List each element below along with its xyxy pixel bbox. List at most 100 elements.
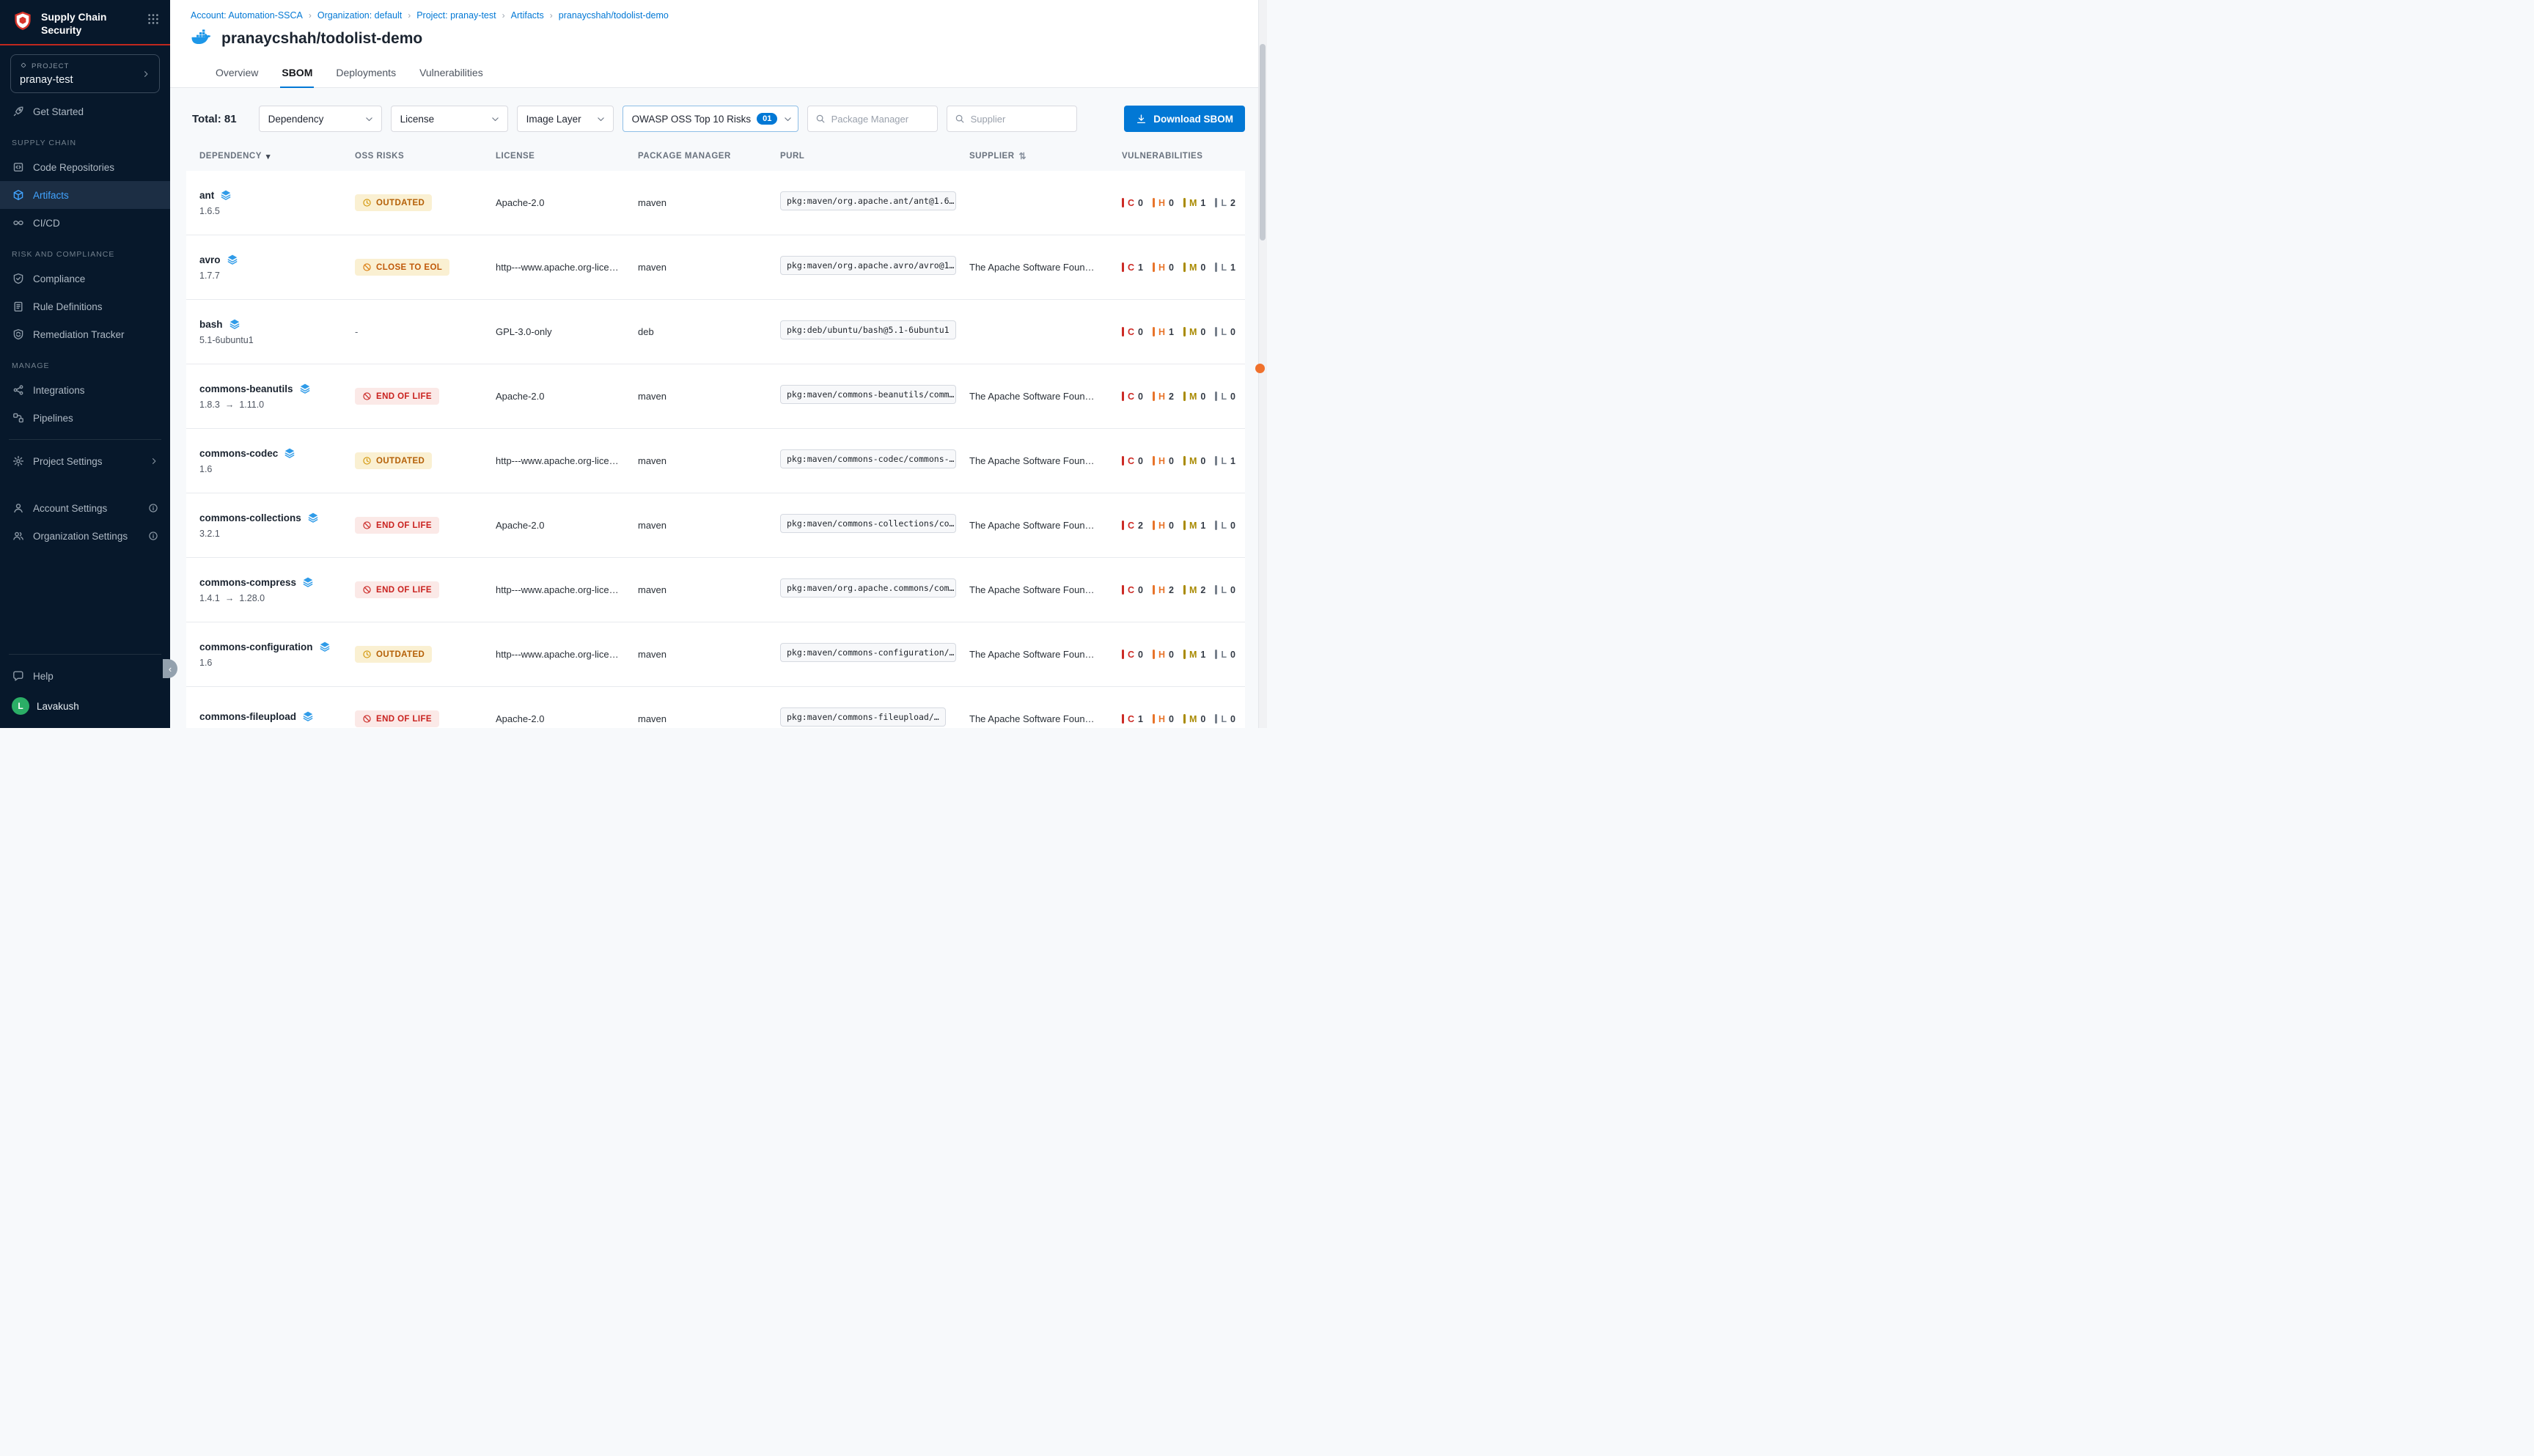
severity-H: H 0 [1153, 198, 1174, 208]
user-menu[interactable]: L Lavakush [0, 690, 170, 728]
column-header-purl[interactable]: PURL [780, 152, 961, 161]
column-header-oss-risks[interactable]: OSS RISKS [355, 152, 487, 161]
notification-dot[interactable] [1255, 364, 1265, 373]
oss-risk-badge: OUTDATED [355, 194, 432, 211]
sidebar-item-artifacts[interactable]: Artifacts [0, 181, 170, 209]
help-button[interactable]: Help [0, 662, 170, 690]
tab-sbom[interactable]: SBOM [280, 59, 314, 88]
severity-C: C 2 [1122, 521, 1143, 531]
dependency-name[interactable]: avro [199, 254, 346, 265]
breadcrumb-separator: › [550, 10, 553, 21]
purl-value[interactable]: pkg:maven/org.apache.ant/ant@1.6… [780, 191, 956, 210]
tab-vulnerabilities[interactable]: Vulnerabilities [418, 59, 485, 88]
breadcrumb-item[interactable]: Project: pranay-test [416, 10, 496, 21]
package-manager-search-input[interactable] [831, 114, 930, 125]
dependency-name[interactable]: commons-collections [199, 512, 346, 523]
filter-image-layer[interactable]: Image Layer [517, 106, 614, 132]
purl-value[interactable]: pkg:maven/commons-configuration/… [780, 643, 956, 662]
breadcrumb: Account: Automation-SSCA › Organization: d… [191, 10, 1246, 21]
dependency-name[interactable]: commons-compress [199, 576, 346, 588]
supplier-search [947, 106, 1077, 132]
column-header-vulnerabilities[interactable]: VULNERABILITIES [1122, 152, 1245, 161]
sort-desc-icon: ▾ [266, 152, 271, 161]
dependency-version: 1.8.3 → 1.11.0 [199, 400, 346, 410]
sidebar-item-rule-definitions[interactable]: Rule Definitions [0, 293, 170, 320]
table-row[interactable]: commons-collections 3.2.1 END OF LIFE Ap… [186, 493, 1245, 558]
sidebar-item-compliance[interactable]: Compliance [0, 265, 170, 293]
no-entry-icon [362, 521, 372, 530]
purl-value[interactable]: pkg:maven/org.apache.commons/com… [780, 578, 956, 598]
chevron-down-icon [783, 114, 793, 124]
purl-value[interactable]: pkg:maven/org.apache.avro/avro@1… [780, 256, 956, 275]
download-icon [1136, 114, 1147, 125]
project-selector[interactable]: PROJECT pranay-test [10, 54, 160, 93]
table-row[interactable]: avro 1.7.7 CLOSE TO EOL http---www.apach… [186, 235, 1245, 300]
supplier: The Apache Software Foun… [969, 391, 1113, 402]
table-row[interactable]: ant 1.6.5 OUTDATED Apache-2.0 maven pkg:… [186, 171, 1245, 235]
tab-overview[interactable]: Overview [214, 59, 260, 88]
dependency-version: 1.7.7 [199, 271, 346, 281]
supplier-search-input[interactable] [971, 114, 1069, 125]
sidebar-item-pipelines[interactable]: Pipelines [0, 404, 170, 432]
breadcrumb-item[interactable]: Account: Automation-SSCA [191, 10, 303, 21]
oss-risk-badge: OUTDATED [355, 452, 432, 469]
module-grid-icon[interactable] [147, 12, 160, 29]
sidebar-item-remediation-tracker[interactable]: Remediation Tracker [0, 320, 170, 348]
purl-value[interactable]: pkg:maven/commons-beanutils/comm… [780, 385, 956, 404]
dependency-name[interactable]: ant [199, 189, 346, 201]
severity-M: M 1 [1183, 521, 1205, 531]
main-area: Account: Automation-SSCA › Organization: d… [170, 0, 1267, 728]
sidebar-item-code-repositories[interactable]: Code Repositories [0, 153, 170, 181]
table-row[interactable]: commons-configuration 1.6 OUTDATED http-… [186, 622, 1245, 687]
vulnerability-counts: C 0 H 1 M 0 L 0 [1122, 327, 1245, 337]
purl-value[interactable]: pkg:maven/commons-codec/commons-… [780, 449, 956, 468]
sidebar-header: Supply Chain Security [0, 0, 170, 44]
severity-C: C 0 [1122, 585, 1143, 595]
avatar: L [12, 697, 29, 715]
table-row[interactable]: commons-codec 1.6 OUTDATED http---www.ap… [186, 429, 1245, 493]
filter-dependency[interactable]: Dependency [259, 106, 382, 132]
table-row[interactable]: commons-fileupload END OF LIFE Apache-2.… [186, 687, 1245, 728]
sidebar-item-integrations[interactable]: Integrations [0, 376, 170, 404]
page-header: Account: Automation-SSCA › Organization: d… [170, 0, 1267, 59]
sidebar-settings-group: Project Settings Account Settings Organi… [0, 447, 170, 550]
supplier: The Apache Software Foun… [969, 713, 1113, 724]
column-header-supplier[interactable]: SUPPLIER⇅ [969, 151, 1113, 161]
breadcrumb-item[interactable]: pranaycshah/todolist-demo [559, 10, 669, 21]
column-header-dependency[interactable]: DEPENDENCY▾ [199, 152, 346, 161]
chevron-down-icon [596, 114, 606, 124]
scrollbar-thumb[interactable] [1260, 44, 1266, 240]
sidebar-section-supply-chain: SUPPLY CHAIN [0, 125, 170, 153]
table-row[interactable]: commons-compress 1.4.1 → 1.28.0 END OF L… [186, 558, 1245, 622]
purl-value[interactable]: pkg:maven/commons-collections/co… [780, 514, 956, 533]
sidebar-item-get-started[interactable]: Get Started [0, 98, 170, 125]
breadcrumb-separator: › [502, 10, 505, 21]
nodes-icon [12, 384, 24, 396]
table-row[interactable]: commons-beanutils 1.8.3 → 1.11.0 END OF … [186, 364, 1245, 429]
sidebar-item-project-settings[interactable]: Project Settings [0, 447, 170, 475]
owasp-risks-filter[interactable]: OWASP OSS Top 10 Risks 01 [623, 106, 798, 132]
tab-deployments[interactable]: Deployments [334, 59, 397, 88]
oss-risk-badge: END OF LIFE [355, 710, 439, 727]
dependency-name[interactable]: commons-beanutils [199, 383, 346, 394]
sidebar-item-account-settings[interactable]: Account Settings [0, 494, 170, 522]
purl-value[interactable]: pkg:maven/commons-fileupload/… [780, 707, 946, 727]
column-header-package-manager[interactable]: PACKAGE MANAGER [638, 152, 771, 161]
package-manager: maven [638, 584, 771, 595]
table-row[interactable]: bash 5.1-6ubuntu1 - GPL-3.0-only deb pkg… [186, 300, 1245, 364]
download-sbom-button[interactable]: Download SBOM [1124, 106, 1245, 132]
dependency-name[interactable]: bash [199, 318, 346, 330]
column-header-license[interactable]: LICENSE [496, 152, 629, 161]
breadcrumb-item[interactable]: Organization: default [317, 10, 402, 21]
sidebar-item-ci-cd[interactable]: CI/CD [0, 209, 170, 237]
sidebar-item-organization-settings[interactable]: Organization Settings [0, 522, 170, 550]
breadcrumb-item[interactable]: Artifacts [511, 10, 544, 21]
package-manager-search [807, 106, 938, 132]
purl-value[interactable]: pkg:deb/ubuntu/bash@5.1-6ubuntu1 [780, 320, 956, 339]
dependency-name[interactable]: commons-fileupload [199, 710, 346, 722]
dependency-name[interactable]: commons-codec [199, 447, 346, 459]
license: http---www.apache.org-lice… [496, 584, 629, 595]
dependency-name[interactable]: commons-configuration [199, 641, 346, 652]
filter-license[interactable]: License [391, 106, 508, 132]
severity-C: C 0 [1122, 391, 1143, 402]
